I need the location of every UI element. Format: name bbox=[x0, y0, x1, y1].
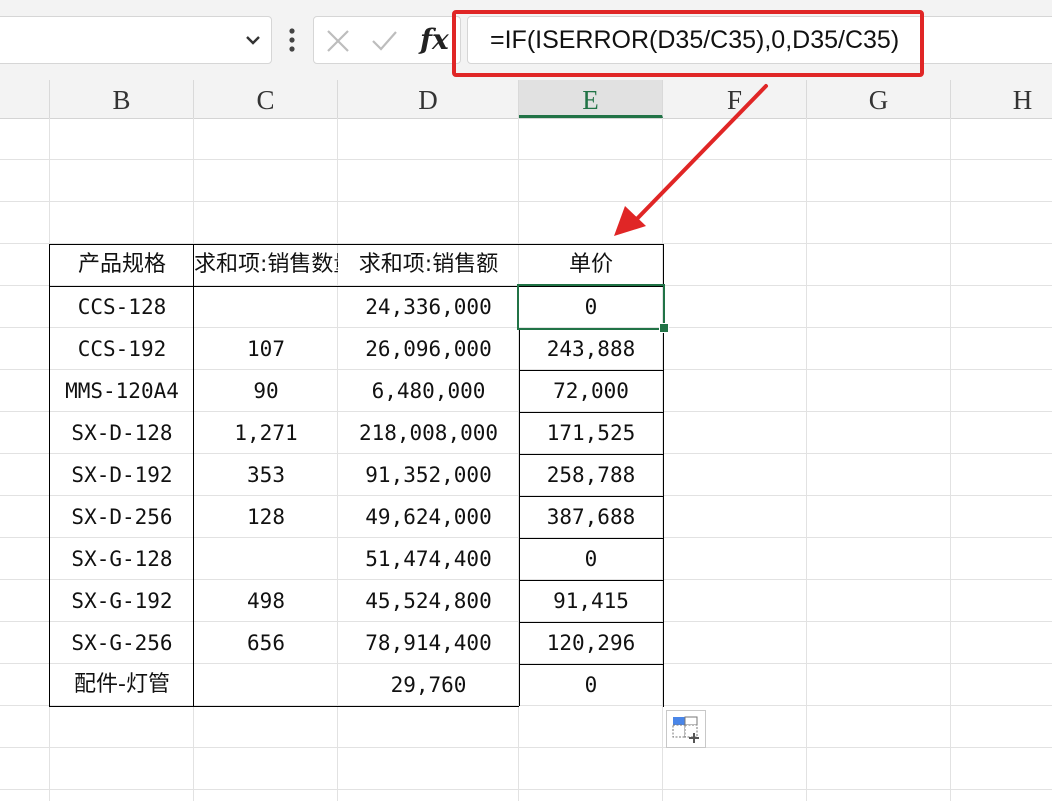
quick-analysis-button[interactable] bbox=[666, 710, 706, 748]
name-box[interactable] bbox=[0, 16, 272, 64]
fx-icon[interactable]: fx bbox=[420, 23, 449, 56]
table-cell[interactable]: 258,788 bbox=[519, 454, 663, 496]
column-header-bar: B C D E F G H bbox=[0, 80, 1052, 119]
table-cell[interactable]: 656 bbox=[194, 622, 338, 664]
table-cell[interactable]: SX-G-128 bbox=[50, 538, 194, 580]
table-cell[interactable]: SX-D-128 bbox=[50, 412, 194, 454]
table-cell[interactable]: 29,760 bbox=[338, 664, 519, 706]
table-cell[interactable]: 243,888 bbox=[519, 328, 663, 370]
table-cell[interactable]: 218,008,000 bbox=[338, 412, 519, 454]
table-cell[interactable]: 91,415 bbox=[519, 580, 663, 622]
table-cell[interactable]: 91,352,000 bbox=[338, 454, 519, 496]
chevron-down-icon[interactable] bbox=[243, 30, 263, 50]
table-cell[interactable]: 配件-灯管 bbox=[50, 664, 194, 706]
fill-handle[interactable] bbox=[659, 323, 669, 333]
table-cell[interactable]: CCS-128 bbox=[50, 286, 194, 328]
quick-analysis-icon bbox=[672, 716, 699, 743]
annotation-arrow bbox=[614, 84, 768, 236]
table-cell[interactable]: 128 bbox=[194, 496, 338, 538]
table-cell[interactable]: 120,296 bbox=[519, 622, 663, 664]
table-cell[interactable]: SX-D-192 bbox=[50, 454, 194, 496]
table-cell[interactable]: 49,624,000 bbox=[338, 496, 519, 538]
table-cell[interactable]: 107 bbox=[194, 328, 338, 370]
table-cell[interactable]: 45,524,800 bbox=[338, 580, 519, 622]
table-cell[interactable]: 498 bbox=[194, 580, 338, 622]
active-cell-outline[interactable] bbox=[517, 284, 665, 330]
table-cell[interactable]: SX-G-256 bbox=[50, 622, 194, 664]
table-cell[interactable]: 387,688 bbox=[519, 496, 663, 538]
column-header-b[interactable]: B bbox=[50, 80, 194, 118]
column-header-c[interactable]: C bbox=[194, 80, 338, 118]
table-cell[interactable]: 0 bbox=[519, 538, 663, 580]
column-header-d[interactable]: D bbox=[338, 80, 519, 118]
table-cell[interactable]: 1,271 bbox=[194, 412, 338, 454]
table-cell[interactable] bbox=[194, 286, 338, 328]
x-icon[interactable] bbox=[324, 27, 352, 55]
column-header-h[interactable]: H bbox=[951, 80, 1052, 118]
table-cell[interactable]: 24,336,000 bbox=[338, 286, 519, 328]
header-cell[interactable]: 求和项:销售额 bbox=[338, 244, 519, 286]
formula-buttons: fx bbox=[313, 16, 461, 64]
check-icon[interactable] bbox=[370, 27, 398, 55]
table-cell[interactable]: 6,480,000 bbox=[338, 370, 519, 412]
table-cell[interactable]: 26,096,000 bbox=[338, 328, 519, 370]
column-header-a[interactable] bbox=[0, 80, 50, 118]
table-cell[interactable]: CCS-192 bbox=[50, 328, 194, 370]
table-cell[interactable]: 72,000 bbox=[519, 370, 663, 412]
header-cell[interactable]: 产品规格 bbox=[50, 244, 194, 286]
highlight-box bbox=[452, 10, 924, 77]
table-cell[interactable]: 0 bbox=[519, 664, 663, 706]
header-cell[interactable]: 求和项:销售数量 bbox=[194, 244, 338, 286]
table-cell[interactable] bbox=[194, 664, 338, 706]
vertical-dots-icon[interactable] bbox=[286, 26, 298, 54]
table-cell[interactable]: 90 bbox=[194, 370, 338, 412]
table-cell[interactable]: 171,525 bbox=[519, 412, 663, 454]
table-cell[interactable]: SX-G-192 bbox=[50, 580, 194, 622]
table-cell[interactable]: 353 bbox=[194, 454, 338, 496]
table-cell[interactable]: 51,474,400 bbox=[338, 538, 519, 580]
table-cell[interactable] bbox=[194, 538, 338, 580]
table-cell[interactable]: SX-D-256 bbox=[50, 496, 194, 538]
table-cell[interactable]: MMS-120A4 bbox=[50, 370, 194, 412]
column-header-g[interactable]: G bbox=[807, 80, 951, 118]
table-cell[interactable]: 78,914,400 bbox=[338, 622, 519, 664]
formula-bar: fx =IF(ISERROR(D35/C35),0,D35/C35) bbox=[0, 0, 1052, 80]
header-cell[interactable]: 单价 bbox=[519, 244, 663, 286]
